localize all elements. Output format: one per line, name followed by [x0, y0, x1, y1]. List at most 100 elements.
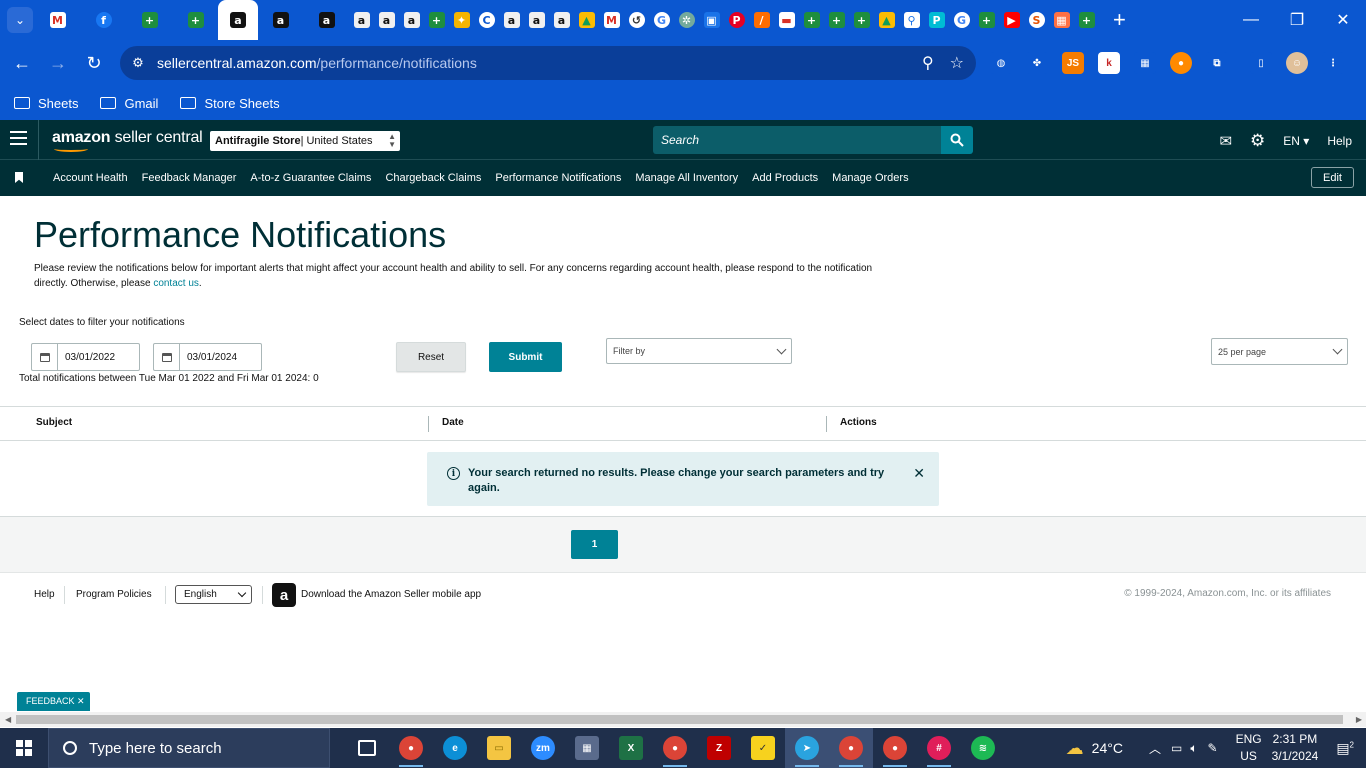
search-button[interactable]	[941, 126, 973, 154]
temperature-text[interactable]: 24°C	[1092, 740, 1123, 756]
tab-misc[interactable]: S	[1024, 0, 1049, 40]
edit-nav-button[interactable]: Edit	[1311, 167, 1354, 188]
tab-drive[interactable]: ▲	[574, 0, 599, 40]
tab-amazon[interactable]: a	[374, 0, 399, 40]
file-explorer-icon[interactable]: ▭	[477, 728, 521, 768]
nav-add-products[interactable]: Add Products	[745, 172, 825, 184]
tab-sheets[interactable]: +	[849, 0, 874, 40]
volume-icon[interactable]: 🔈︎	[1190, 741, 1197, 756]
address-bar[interactable]: ⚙ sellercentral.amazon.com/performance/n…	[120, 46, 976, 80]
tab-sheets[interactable]: +	[183, 0, 208, 40]
spotify-icon[interactable]: ≋	[961, 728, 1005, 768]
bookmark-gmail[interactable]: Gmail	[100, 96, 158, 111]
tab-google[interactable]: G	[949, 0, 974, 40]
battery-icon[interactable]: ▭	[1171, 741, 1182, 755]
tab-amazon[interactable]: a	[314, 0, 339, 40]
tab-misc[interactable]: ✦	[449, 0, 474, 40]
tab-sheets[interactable]: +	[824, 0, 849, 40]
bookmark-icon[interactable]	[15, 172, 23, 183]
scrollbar-thumb[interactable]	[16, 715, 1343, 724]
help-link[interactable]: Help	[1327, 134, 1352, 148]
tab-gmail[interactable]: M	[45, 0, 70, 40]
column-subject[interactable]: Subject	[36, 417, 72, 428]
forward-icon[interactable]: →	[40, 45, 76, 81]
footer-language-select[interactable]: English	[175, 585, 252, 604]
column-date[interactable]: Date	[442, 417, 464, 428]
zoom-icon[interactable]: zm	[521, 728, 565, 768]
tab-sheets[interactable]: +	[1074, 0, 1099, 40]
taskbar-search-input[interactable]: Type here to search	[48, 728, 330, 768]
chevron-up-icon[interactable]: ︿	[1149, 740, 1161, 757]
tab-amazon-active[interactable]: a	[218, 0, 258, 40]
slack-icon[interactable]: #	[917, 728, 961, 768]
calendar-icon[interactable]	[32, 344, 58, 370]
amazon-app-icon[interactable]: a	[272, 583, 296, 607]
nav-a-to-z-claims[interactable]: A-to-z Guarantee Claims	[243, 172, 378, 184]
tab-gmail[interactable]: M	[599, 0, 624, 40]
submit-button[interactable]: Submit	[489, 342, 562, 372]
tab-misc[interactable]: ▬	[774, 0, 799, 40]
qr-icon[interactable]: ▦	[1134, 52, 1156, 74]
footer-program-policies-link[interactable]: Program Policies	[76, 589, 152, 600]
windows-start-icon[interactable]	[16, 740, 32, 756]
bookmark-sheets[interactable]: Sheets	[14, 96, 78, 111]
scroll-right-icon[interactable]: ▶	[1356, 715, 1362, 724]
tab-bot[interactable]: ▣	[699, 0, 724, 40]
tab-amazon[interactable]: a	[499, 0, 524, 40]
scroll-left-icon[interactable]: ◀	[5, 715, 11, 724]
extension-icon[interactable]: ✤	[1026, 52, 1048, 74]
footer-help-link[interactable]: Help	[34, 589, 55, 600]
filezilla-icon[interactable]: Z	[697, 728, 741, 768]
profile-avatar[interactable]: ☺	[1286, 52, 1308, 74]
tab-pinterest[interactable]: P	[724, 0, 749, 40]
orange-extension-icon[interactable]: ●	[1170, 52, 1192, 74]
bookmark-store-sheets[interactable]: Store Sheets	[180, 96, 280, 111]
nav-feedback-manager[interactable]: Feedback Manager	[135, 172, 244, 184]
task-view-icon[interactable]	[345, 728, 389, 768]
tab-sheets[interactable]: +	[799, 0, 824, 40]
horizontal-scrollbar[interactable]: ◀ ▶	[0, 712, 1366, 727]
js-icon[interactable]: JS	[1062, 52, 1084, 74]
excel-icon[interactable]: X	[609, 728, 653, 768]
telegram-icon[interactable]: ➤	[785, 728, 829, 768]
tab-maps[interactable]: ⚲	[899, 0, 924, 40]
tab-amazon[interactable]: a	[524, 0, 549, 40]
filter-by-select[interactable]: Filter by	[606, 338, 792, 364]
end-date-field[interactable]: 03/01/2024	[153, 343, 262, 371]
reset-button[interactable]: Reset	[396, 342, 466, 372]
nav-account-health[interactable]: Account Health	[46, 172, 135, 184]
tab-sheets[interactable]: +	[137, 0, 162, 40]
tab-amazon[interactable]: a	[349, 0, 374, 40]
hamburger-menu-icon[interactable]	[10, 131, 27, 149]
sticky-notes-icon[interactable]: ✓	[741, 728, 785, 768]
mail-icon[interactable]: ✉	[1219, 132, 1232, 150]
tab-history[interactable]: ↺	[624, 0, 649, 40]
calendar-icon[interactable]	[154, 344, 180, 370]
new-tab-button[interactable]: +	[1113, 7, 1126, 33]
feedback-button[interactable]: FEEDBACK ✕	[17, 692, 90, 711]
tab-misc[interactable]: P	[924, 0, 949, 40]
tab-search-chevron-icon[interactable]: ⌄	[7, 7, 33, 33]
language-selector[interactable]: EN ▾	[1283, 134, 1309, 148]
tab-misc[interactable]: /	[749, 0, 774, 40]
notifications-icon[interactable]: ▤2	[1336, 740, 1354, 757]
globe-icon[interactable]: ◍	[990, 52, 1012, 74]
close-window-icon[interactable]: ✕	[1320, 0, 1366, 40]
tab-amazon[interactable]: a	[399, 0, 424, 40]
page-button-current[interactable]: 1	[571, 530, 618, 559]
tab-youtube[interactable]: ▶	[999, 0, 1024, 40]
sidebar-icon[interactable]: ▯	[1250, 52, 1272, 74]
tab-sheets[interactable]: +	[424, 0, 449, 40]
tab-amazon[interactable]: a	[268, 0, 293, 40]
pen-icon[interactable]: ✎	[1208, 741, 1218, 755]
tab-facebook[interactable]: f	[91, 0, 116, 40]
chrome-active-icon[interactable]: ●	[829, 728, 873, 768]
back-icon[interactable]: ←	[4, 45, 40, 81]
chrome-second-profile-icon[interactable]: ●	[873, 728, 917, 768]
edge-icon[interactable]: e	[433, 728, 477, 768]
store-selector[interactable]: Antifragile Store | United States ▲ ▼	[210, 131, 400, 151]
puzzle-icon[interactable]: ⧉	[1206, 52, 1228, 74]
tab-misc[interactable]: ▦	[1049, 0, 1074, 40]
gear-icon[interactable]: ⚙	[1250, 131, 1265, 151]
tab-chatgpt[interactable]: ✲	[674, 0, 699, 40]
